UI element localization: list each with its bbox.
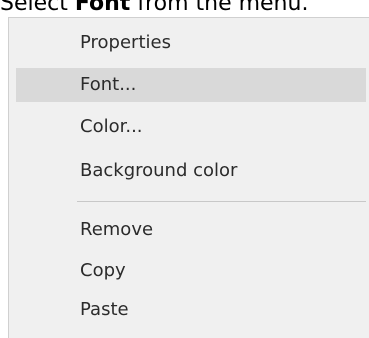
context-menu: Properties Font... Color... Background c… (8, 17, 369, 338)
instruction-text: Select Font from the menu. (0, 0, 308, 17)
instruction-prefix: Select (0, 0, 75, 16)
instruction-suffix: from the menu. (130, 0, 309, 16)
instruction-bold: Font (74, 0, 131, 16)
menu-separator (77, 201, 366, 202)
menu-item-background-color[interactable]: Background color (16, 154, 366, 188)
menu-item-copy[interactable]: Copy (16, 254, 366, 288)
menu-item-font[interactable]: Font... (16, 68, 366, 102)
menu-item-paste[interactable]: Paste (16, 293, 366, 327)
menu-item-properties[interactable]: Properties (16, 26, 366, 60)
menu-item-remove[interactable]: Remove (16, 213, 366, 247)
menu-item-color[interactable]: Color... (16, 110, 366, 144)
